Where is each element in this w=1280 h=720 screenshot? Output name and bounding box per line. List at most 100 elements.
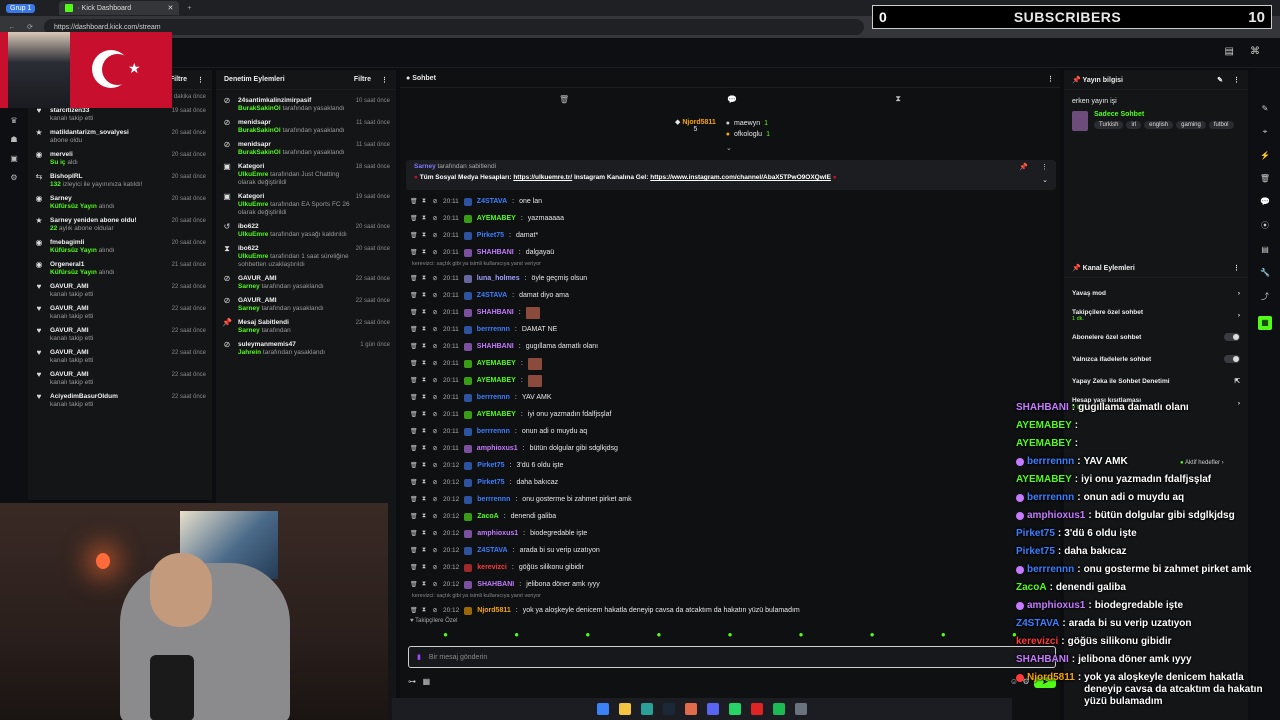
delete-message-icon[interactable]: 🗑: [410, 232, 418, 239]
delete-message-icon[interactable]: 🗑: [410, 249, 418, 256]
message-username[interactable]: kerevizci: [477, 564, 507, 571]
reload-icon[interactable]: ⟳: [24, 23, 36, 31]
activity-filter-button[interactable]: Filtre: [170, 76, 187, 83]
emote-icon[interactable]: ●: [656, 630, 661, 639]
timeout-user-icon[interactable]: ⧗: [421, 394, 427, 401]
ban-user-icon[interactable]: ⊘: [432, 479, 438, 486]
timeout-user-icon[interactable]: ⧗: [421, 564, 427, 571]
activity-user[interactable]: GAVUR_AMI: [50, 349, 166, 357]
moderation-target[interactable]: menidsapr: [238, 141, 350, 149]
activity-item[interactable]: ◉ Sarney Küfürsüz Yayın alındı 20 saat önce: [28, 192, 212, 214]
calendar-icon[interactable]: ▦: [423, 677, 431, 686]
chat-message[interactable]: 🗑 ⧗ ⊘ 20:12 Z4STAVA: arada bi su verip uzatıy…: [410, 542, 1050, 559]
chat-message[interactable]: 🗑 ⧗ ⊘ 20:11 SHAHBANI:: [410, 304, 1050, 321]
edge-icon[interactable]: [641, 703, 653, 715]
message-username[interactable]: AYEMABEY: [477, 215, 516, 222]
moderation-filter-button[interactable]: Filtre: [354, 76, 371, 83]
delete-message-icon[interactable]: 🗑: [410, 564, 418, 571]
moderation-target[interactable]: GAVUR_AMI: [238, 275, 350, 283]
delete-message-icon[interactable]: 🗑: [410, 428, 418, 435]
chat-message[interactable]: 🗑 ⧗ ⊘ 20:11 luna_holmes: öyle geçmiş olsun: [410, 270, 1050, 287]
message-username[interactable]: SHAHBANI: [477, 249, 514, 256]
chat-message[interactable]: 🗑 ⧗ ⊘ 20:12 Njord5811: yok ya aloşkeyle denic…: [410, 602, 1050, 619]
timeout-user-icon[interactable]: ⧗: [421, 513, 427, 520]
timeout-user-icon[interactable]: ⧗: [421, 428, 427, 435]
delete-message-icon[interactable]: 🗑: [410, 326, 418, 333]
layout-icon[interactable]: ▤: [1225, 46, 1234, 57]
message-username[interactable]: Pirket75: [477, 462, 504, 469]
activity-user[interactable]: GAVUR_AMI: [50, 283, 166, 291]
wallet-icon[interactable]: ▣: [10, 154, 18, 163]
broadcast-icon[interactable]: ⦿: [1261, 220, 1269, 231]
delete-message-icon[interactable]: 🗑: [410, 215, 418, 222]
activity-item[interactable]: ♥ GAVUR_AMI kanalı takip etti 22 saat önce: [28, 324, 212, 346]
bolt-icon[interactable]: ⚡: [1260, 151, 1270, 160]
message-username[interactable]: berrrennn: [477, 428, 510, 435]
hourglass-icon[interactable]: ⧗: [895, 94, 901, 104]
share-icon[interactable]: ⤴: [1261, 291, 1269, 302]
chat-message[interactable]: 🗑 ⧗ ⊘ 20:12 Pirket75:3'dü 6 oldu işte: [410, 457, 1050, 474]
leader-name[interactable]: Njord5811: [682, 119, 715, 126]
chat-message[interactable]: 🗑 ⧗ ⊘ 20:12 kerevizci: göğüs silikonu gibidir: [410, 559, 1050, 576]
timeout-user-icon[interactable]: ⧗: [421, 530, 427, 537]
channel-action-item[interactable]: Yapay Zeka ile Sohbet Denetimi ⇱: [1064, 370, 1248, 392]
ban-user-icon[interactable]: ⊘: [432, 496, 438, 503]
moderation-item[interactable]: ⧗ ibo622 UlkuEmre tarafından 1 saat süreli…: [216, 242, 396, 272]
activity-user[interactable]: starcitizen33: [50, 107, 166, 115]
timeout-user-icon[interactable]: ⧗: [421, 343, 427, 350]
chat-message[interactable]: 🗑 ⧗ ⊘ 20:12 ZacoA: denendi galiba: [410, 508, 1050, 525]
stream-tag[interactable]: futbol: [1208, 121, 1234, 129]
emote-icon[interactable]: ●: [799, 630, 804, 639]
chat-message[interactable]: 🗑 ⧗ ⊘ 20:11 berrrennn: YAV AMK: [410, 389, 1050, 406]
start-icon[interactable]: [597, 703, 609, 715]
message-username[interactable]: berrrennn: [477, 326, 510, 333]
delete-message-icon[interactable]: 🗑: [410, 275, 418, 282]
new-tab-icon[interactable]: +: [187, 5, 191, 12]
chat-message[interactable]: 🗑 ⧗ ⊘ 20:12 SHAHBANI: jelibona döner amk ıyyy: [410, 576, 1050, 593]
moderation-actor[interactable]: BurakSakinOl: [238, 127, 281, 134]
folder-icon[interactable]: [619, 703, 631, 715]
channel-action-item[interactable]: Yavaş mod ›: [1064, 282, 1248, 304]
discord-icon[interactable]: [707, 703, 719, 715]
unpin-icon[interactable]: 📌: [1019, 163, 1028, 171]
emote-icon[interactable]: ●: [585, 630, 590, 639]
activity-user[interactable]: Orgeneral1: [50, 261, 166, 269]
trash-icon[interactable]: 🗑: [559, 95, 569, 104]
message-username[interactable]: AYEMABEY: [477, 411, 516, 418]
ban-user-icon[interactable]: ⊘: [432, 198, 438, 205]
activity-user[interactable]: merveli: [50, 151, 166, 159]
delete-message-icon[interactable]: 🗑: [410, 530, 418, 537]
delete-message-icon[interactable]: 🗑: [410, 547, 418, 554]
whatsapp-icon[interactable]: [729, 703, 741, 715]
ban-user-icon[interactable]: ⊘: [432, 215, 438, 222]
ban-user-icon[interactable]: ⊘: [432, 581, 438, 588]
timeout-user-icon[interactable]: ⧗: [421, 292, 427, 299]
delete-message-icon[interactable]: 🗑: [410, 292, 418, 299]
chevron-right-icon[interactable]: ›: [1238, 290, 1240, 297]
timeout-user-icon[interactable]: ⧗: [421, 411, 427, 418]
activity-user[interactable]: GAVUR_AMI: [50, 327, 166, 335]
chat-message[interactable]: 🗑 ⧗ ⊘ 20:11 SHAHBANI: dalgayaü: [410, 244, 1050, 261]
moderation-target[interactable]: ibo622: [238, 245, 350, 253]
timeout-user-icon[interactable]: ⧗: [421, 377, 427, 384]
activity-user[interactable]: matildantarizm_sovalyesi: [50, 129, 166, 137]
timeout-user-icon[interactable]: ⧗: [421, 445, 427, 452]
moderation-actor[interactable]: Sarney: [238, 305, 260, 312]
moderation-actor[interactable]: BurakSakinOl: [238, 149, 281, 156]
ban-user-icon[interactable]: ⊘: [432, 343, 438, 350]
chat-message[interactable]: 🗑 ⧗ ⊘ 20:11 berrrennn: onun adi o muydu aq: [410, 423, 1050, 440]
moderation-item[interactable]: ⊘ menidsapr BurakSakinOl tarafından yasakl…: [216, 116, 396, 138]
timeout-user-icon[interactable]: ⧗: [421, 496, 427, 503]
leader-name[interactable]: ofkologlu: [734, 131, 762, 138]
ban-user-icon[interactable]: ⊘: [432, 462, 438, 469]
pencil-icon[interactable]: ✎: [1262, 104, 1269, 113]
delete-message-icon[interactable]: 🗑: [410, 607, 418, 614]
channel-action-item[interactable]: Abonelere özel sohbet: [1064, 326, 1248, 348]
back-icon[interactable]: ←: [6, 24, 18, 31]
pinned-by-user[interactable]: Sarney: [414, 163, 436, 170]
browser-tab-kick[interactable]: · Kick Dashboard ✕: [59, 1, 180, 15]
ban-user-icon[interactable]: ⊘: [432, 394, 438, 401]
ban-user-icon[interactable]: ⊘: [432, 309, 438, 316]
chat-message[interactable]: 🗑 ⧗ ⊘ 20:12 amphioxus1: biodegredable işte: [410, 525, 1050, 542]
close-tab-icon[interactable]: ✕: [168, 4, 174, 12]
